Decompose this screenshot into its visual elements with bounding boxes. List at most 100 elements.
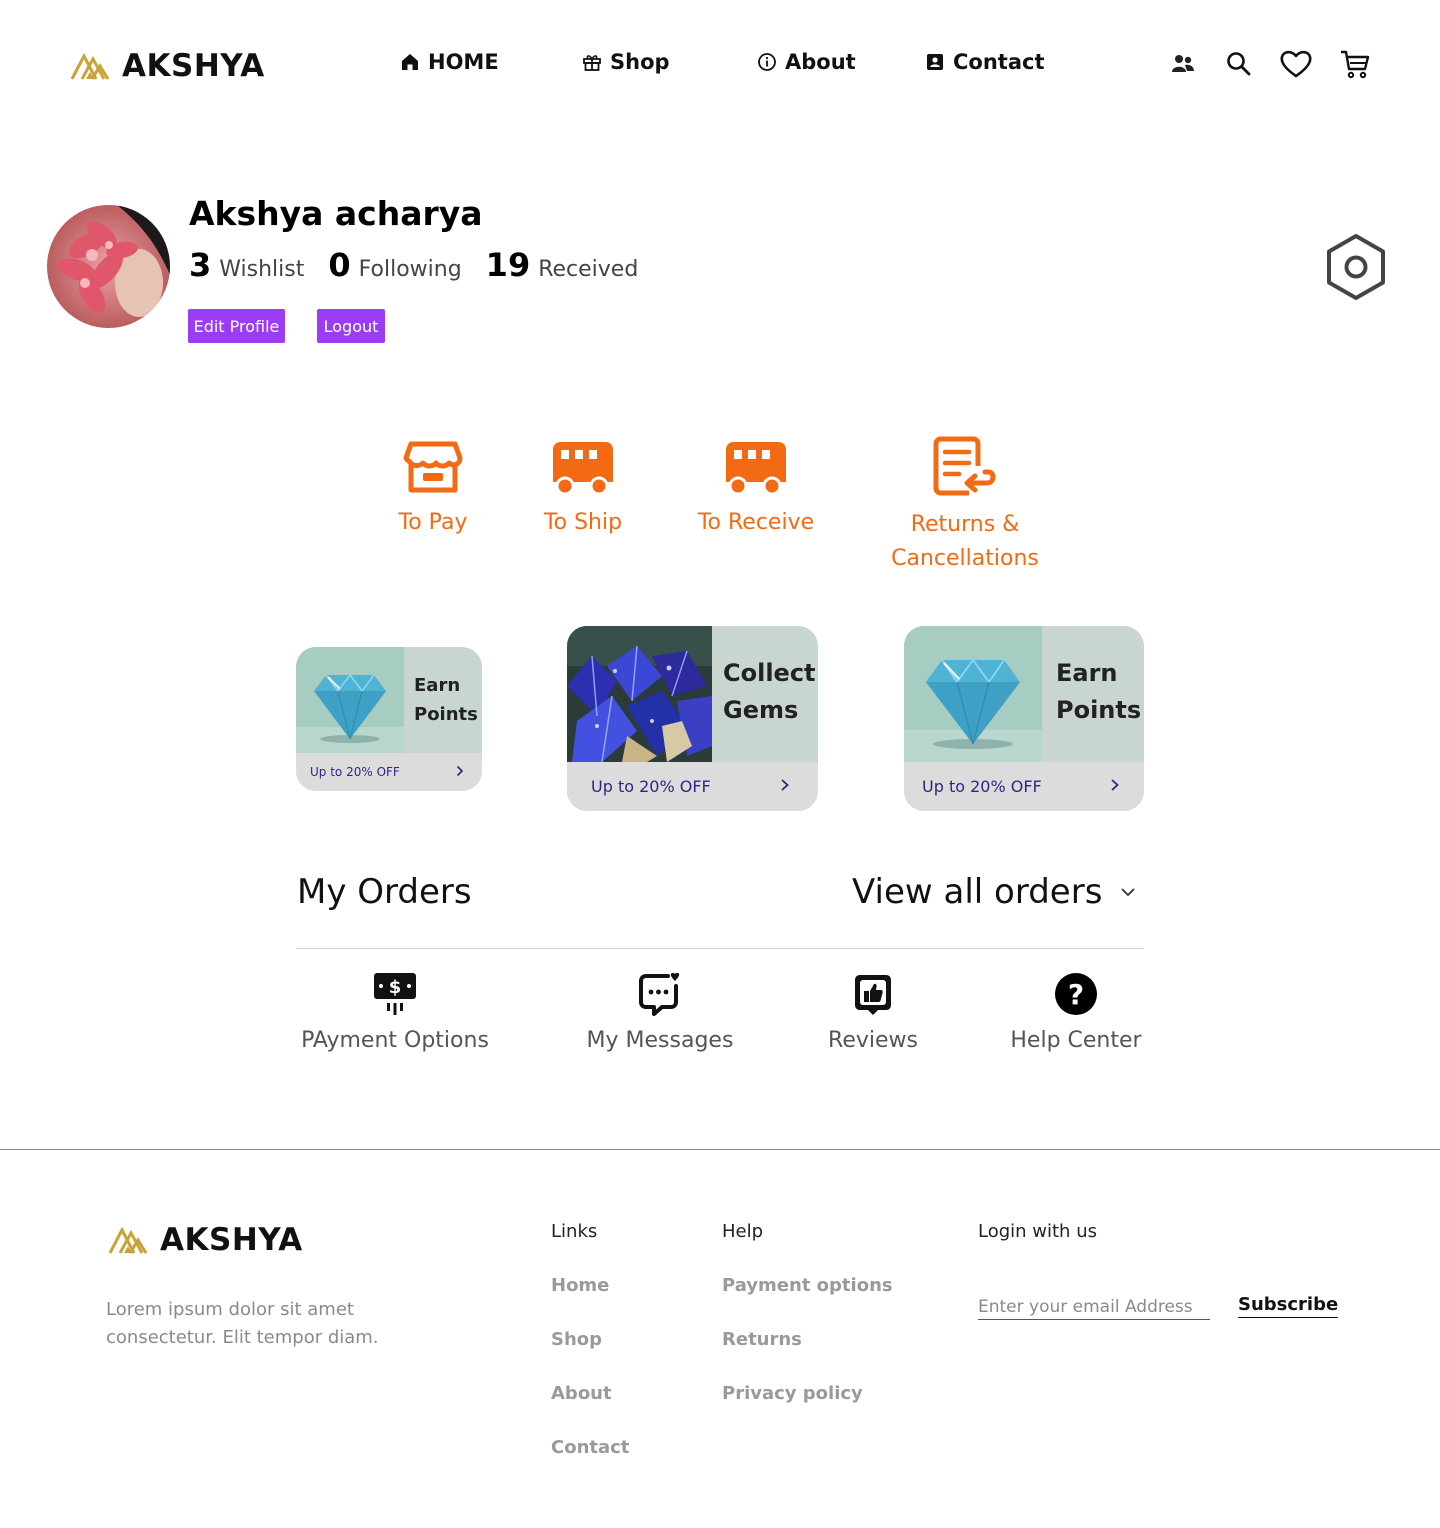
promo-title-line1: Earn (414, 675, 461, 696)
footer-link-about[interactable]: About (551, 1383, 612, 1404)
promo-offer: Up to 20% OFF (591, 777, 711, 796)
review-icon (855, 975, 891, 1015)
svg-text:?: ? (1068, 978, 1084, 1011)
footer-link-privacy-policy[interactable]: Privacy policy (722, 1383, 863, 1404)
footer-description: Lorem ipsum dolor sit amet consectetur. … (106, 1299, 379, 1348)
promo-title-line1: Earn (1056, 659, 1118, 687)
service-payment-options[interactable]: $ PAyment Options (296, 972, 494, 1053)
home-icon (402, 54, 418, 70)
service-my-messages[interactable]: My Messages (582, 972, 738, 1053)
profile-name: Akshya acharya (189, 194, 483, 233)
heart-icon[interactable] (1279, 47, 1313, 81)
stat-label: Received (538, 257, 639, 282)
avatar[interactable] (47, 205, 170, 328)
promo-footer: Up to 20% OFF (904, 762, 1144, 811)
brand-name: AKSHYA (160, 1222, 303, 1258)
promo-offer: Up to 20% OFF (922, 777, 1042, 796)
return-document-icon (933, 436, 996, 496)
promo-title-line2: Gems (723, 696, 799, 724)
stat-following[interactable]: 0 Following (328, 246, 461, 284)
service-label: My Messages (586, 1028, 734, 1053)
divider (296, 948, 1144, 949)
subscribe-button[interactable]: Subscribe (1238, 1294, 1339, 1318)
diamond-image (296, 647, 404, 753)
stat-wishlist[interactable]: 3 Wishlist (189, 246, 304, 284)
promo-card-earn-points-2[interactable]: Earn Points Up to 20% OFF (904, 626, 1144, 811)
stat-value: 19 (485, 246, 531, 284)
info-icon (758, 53, 776, 71)
help-icon: ? (1055, 973, 1097, 1015)
nav-about[interactable]: About (757, 50, 856, 74)
gift-icon (583, 55, 601, 71)
chevron-right-icon (456, 765, 464, 780)
logout-button[interactable]: Logout (317, 309, 385, 343)
contact-card-icon (927, 54, 943, 70)
promo-title-line2: Points (1056, 696, 1142, 724)
promo-offer: Up to 20% OFF (310, 765, 400, 779)
service-label: Reviews (828, 1028, 918, 1053)
my-orders-title: My Orders (297, 872, 472, 912)
service-label: PAyment Options (301, 1028, 489, 1053)
gems-image (567, 626, 712, 762)
footer-link-home[interactable]: Home (551, 1275, 609, 1296)
status-label: To Pay (398, 510, 468, 535)
email-input[interactable] (978, 1294, 1210, 1320)
nav-shop[interactable]: Shop (582, 50, 670, 74)
nav-about-label: About (785, 50, 856, 74)
truck-icon (726, 442, 786, 496)
stat-label: Wishlist (219, 257, 305, 282)
promo-card-earn-points[interactable]: Earn Points Up to 20% OFF (296, 647, 482, 791)
message-icon (639, 973, 680, 1016)
promo-title: Collect Gems (723, 655, 816, 729)
promo-title: Earn Points (1056, 655, 1141, 729)
svg-text:$: $ (389, 977, 402, 998)
promo-card-collect-gems[interactable]: Collect Gems Up to 20% OFF (567, 626, 818, 811)
stat-received[interactable]: 19 Received (486, 246, 639, 284)
chevron-right-icon (780, 777, 790, 796)
footer-link-payment-options[interactable]: Payment options (722, 1275, 893, 1296)
footer-help-title: Help (722, 1221, 764, 1242)
brand-logo-mark-icon (70, 52, 110, 80)
users-icon[interactable] (1166, 47, 1200, 81)
status-label-line2: Cancellations (891, 546, 1039, 571)
chevron-right-icon (1110, 777, 1120, 796)
footer-link-contact[interactable]: Contact (551, 1437, 629, 1458)
search-icon[interactable] (1222, 47, 1256, 81)
status-label-line1: Returns & (910, 512, 1020, 537)
stat-value: 3 (189, 246, 212, 284)
diamond-image (904, 626, 1042, 762)
cart-icon[interactable] (1338, 47, 1372, 81)
view-all-orders-button[interactable]: View all orders (852, 872, 1136, 912)
promo-footer: Up to 20% OFF (567, 762, 818, 811)
site-header: AKSHYA HOME Shop About Contact (0, 0, 1440, 130)
profile-stats: 3 Wishlist 0 Following 19 Received (189, 246, 662, 284)
view-all-orders-label: View all orders (852, 872, 1103, 912)
truck-icon (553, 442, 613, 496)
settings-icon[interactable] (1322, 232, 1390, 302)
status-label: To Receive (697, 510, 815, 535)
footer-divider (0, 1149, 1440, 1150)
nav-home-label: HOME (428, 50, 499, 74)
status-to-ship[interactable]: To Ship (540, 440, 626, 540)
nav-contact-label: Contact (953, 50, 1045, 74)
footer-link-shop[interactable]: Shop (551, 1329, 602, 1350)
footer-brand-logo[interactable]: AKSHYA (108, 1222, 303, 1258)
service-reviews[interactable]: Reviews (826, 972, 920, 1053)
status-to-pay[interactable]: To Pay (396, 440, 470, 540)
status-label: To Ship (543, 510, 623, 535)
stat-label: Following (358, 257, 462, 282)
brand-logo[interactable]: AKSHYA (70, 48, 265, 84)
service-help-center[interactable]: ? Help Center (1006, 972, 1146, 1053)
nav-shop-label: Shop (610, 50, 670, 74)
promo-title: Earn Points (414, 671, 478, 729)
promo-title-line2: Points (414, 704, 478, 725)
stat-value: 0 (328, 246, 351, 284)
edit-profile-button[interactable]: Edit Profile (188, 309, 285, 343)
nav-contact[interactable]: Contact (925, 50, 1045, 74)
chevron-down-icon (1121, 888, 1136, 897)
nav-home[interactable]: HOME (400, 50, 499, 74)
status-returns[interactable]: Returns & Cancellations (884, 436, 1046, 576)
footer-link-returns[interactable]: Returns (722, 1329, 802, 1350)
brand-name: AKSHYA (122, 48, 265, 84)
status-to-receive[interactable]: To Receive (694, 440, 818, 540)
